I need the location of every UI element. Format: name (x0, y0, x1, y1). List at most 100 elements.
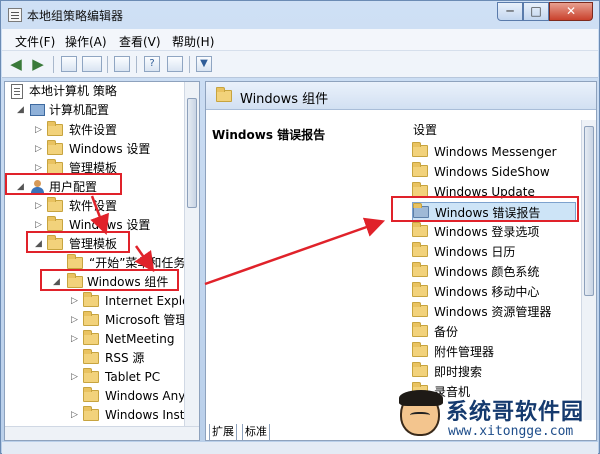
tab-standard[interactable]: 标准 (242, 424, 270, 441)
folder-icon (83, 387, 99, 402)
tree-item-cc-software[interactable]: ▷ 软件设置 (9, 121, 189, 140)
export-list-icon[interactable] (114, 56, 130, 72)
tab-extended[interactable]: 扩展 (209, 424, 237, 441)
menu-action[interactable]: 操作(A) (65, 33, 107, 50)
collapse-arrow-icon[interactable]: ▷ (71, 368, 81, 387)
expand-arrow-icon[interactable]: ◢ (17, 178, 27, 197)
column-header-setting[interactable]: 设置 (413, 121, 437, 138)
expand-arrow-icon[interactable]: ◢ (17, 101, 27, 120)
folder-icon (216, 87, 232, 102)
list-item-selected[interactable]: Windows 错误报告 (412, 202, 576, 222)
folder-icon (412, 342, 428, 357)
folder-icon (412, 322, 428, 337)
menu-view[interactable]: 查看(V) (119, 33, 161, 50)
folder-icon (413, 203, 429, 218)
tree-item-windows-components[interactable]: ◢ Windows 组件 (9, 273, 189, 292)
menu-bar: 文件(F) 操作(A) 查看(V) 帮助(H) (2, 29, 598, 51)
tree-item-component[interactable]: ▷ Microsoft 管理 (9, 311, 189, 330)
folder-icon (67, 254, 83, 269)
tree-item-computer-config[interactable]: ◢ 计算机配置 (9, 101, 189, 120)
app-icon (8, 8, 22, 22)
tree-pane[interactable]: 本地计算机 策略 ◢ 计算机配置 ▷ 软件设置 ▷ Windows 设置 ▷ 管… (4, 81, 200, 441)
folder-icon (412, 222, 428, 237)
folder-icon (412, 162, 428, 177)
policy-document-icon (11, 84, 23, 99)
details-header-title: Windows 组件 (240, 92, 329, 107)
tree-item-cc-admin[interactable]: ▷ 管理模板 (9, 159, 189, 178)
up-folder-icon[interactable] (61, 56, 77, 72)
toolbar-separator (53, 56, 54, 73)
folder-icon (83, 311, 99, 326)
tree-item-component[interactable]: Windows Anyti (9, 387, 193, 406)
folder-icon (47, 140, 63, 155)
folder-icon (412, 362, 428, 377)
view-tabs: 扩展 标准 (205, 424, 275, 442)
folder-icon (47, 197, 63, 212)
computer-icon (30, 104, 45, 116)
minimize-button[interactable]: ─ (497, 2, 523, 21)
back-arrow-icon[interactable]: ◀ (8, 56, 24, 72)
show-hide-tree-icon[interactable] (82, 56, 102, 72)
collapse-arrow-icon[interactable]: ▷ (71, 311, 81, 330)
toolbar-separator (136, 56, 137, 73)
collapse-arrow-icon[interactable]: ▷ (71, 292, 81, 311)
tree-item-component[interactable]: RSS 源 (9, 349, 189, 368)
tree-item-user-config[interactable]: ◢ 用户配置 (9, 178, 189, 197)
list-vertical-scrollbar[interactable] (581, 120, 596, 420)
watermark-title: 系统哥软件园 (446, 400, 585, 425)
toolbar: ◀ ▶ ? ▼ (2, 51, 598, 78)
folder-icon (83, 349, 99, 364)
close-button[interactable]: ✕ (549, 2, 593, 21)
maximize-button[interactable]: □ (523, 2, 549, 21)
forward-arrow-icon[interactable]: ▶ (30, 56, 46, 72)
window-title: 本地组策略编辑器 (27, 9, 124, 23)
list-scroll-thumb[interactable] (584, 126, 594, 296)
tree-vertical-scrollbar[interactable] (184, 82, 199, 440)
properties-icon[interactable] (167, 56, 183, 72)
menu-help[interactable]: 帮助(H) (172, 33, 214, 50)
tree-item-component[interactable]: ▷ NetMeeting (9, 330, 189, 349)
folder-icon (47, 216, 63, 231)
user-icon (30, 180, 46, 195)
tree-item-cc-windows[interactable]: ▷ Windows 设置 (9, 140, 189, 159)
details-pane: Windows 组件 Windows 错误报告 设置 Windows Messe… (205, 81, 597, 441)
tree-item-component[interactable]: ▷ Windows Insta (9, 406, 192, 425)
tree-item-component[interactable]: ▷ Tablet PC (9, 368, 189, 387)
collapse-arrow-icon[interactable]: ▷ (35, 159, 45, 178)
collapse-arrow-icon[interactable]: ▷ (35, 197, 45, 216)
collapse-arrow-icon[interactable]: ▷ (71, 330, 81, 349)
collapse-arrow-icon[interactable]: ▷ (35, 140, 45, 159)
details-header: Windows 组件 (206, 82, 596, 110)
collapse-arrow-icon[interactable]: ▷ (71, 406, 81, 425)
folder-icon (83, 330, 99, 345)
toolbar-separator (189, 56, 190, 73)
menu-file[interactable]: 文件(F) (15, 33, 55, 50)
tree-item-start-menu[interactable]: “开始”菜单和任务 (9, 254, 189, 273)
tree-horizontal-scrollbar[interactable] (5, 426, 199, 440)
folder-icon (83, 368, 99, 383)
folder-icon (83, 406, 99, 421)
toolbar-separator (107, 56, 108, 73)
collapse-arrow-icon[interactable]: ▷ (35, 121, 45, 140)
expand-arrow-icon[interactable]: ◢ (35, 235, 45, 254)
folder-icon (412, 282, 428, 297)
help-icon[interactable]: ? (144, 56, 160, 72)
folder-icon (47, 121, 63, 136)
extended-view-title: Windows 错误报告 (212, 128, 326, 142)
folder-icon (83, 292, 99, 307)
folder-icon (47, 235, 63, 250)
tree-item-uc-admin[interactable]: ◢ 管理模板 (9, 235, 189, 254)
tree-item-uc-windows[interactable]: ▷ Windows 设置 (9, 216, 189, 235)
expand-arrow-icon[interactable]: ◢ (53, 273, 63, 292)
tree-item-component[interactable]: ▷ Internet Explor (9, 292, 194, 311)
group-policy-window: 本地组策略编辑器 ─ □ ✕ 文件(F) 操作(A) 查看(V) 帮助(H) ◀… (0, 0, 600, 454)
folder-icon (412, 182, 428, 197)
folder-icon (412, 302, 428, 317)
collapse-arrow-icon[interactable]: ▷ (35, 216, 45, 235)
tree-scroll-thumb[interactable] (187, 98, 197, 208)
tree-root[interactable]: 本地计算机 策略 (9, 82, 189, 101)
filter-icon[interactable]: ▼ (196, 56, 212, 72)
title-bar[interactable]: 本地组策略编辑器 ─ □ ✕ (1, 1, 599, 29)
folder-icon (47, 159, 63, 174)
tree-item-uc-software[interactable]: ▷ 软件设置 (9, 197, 189, 216)
